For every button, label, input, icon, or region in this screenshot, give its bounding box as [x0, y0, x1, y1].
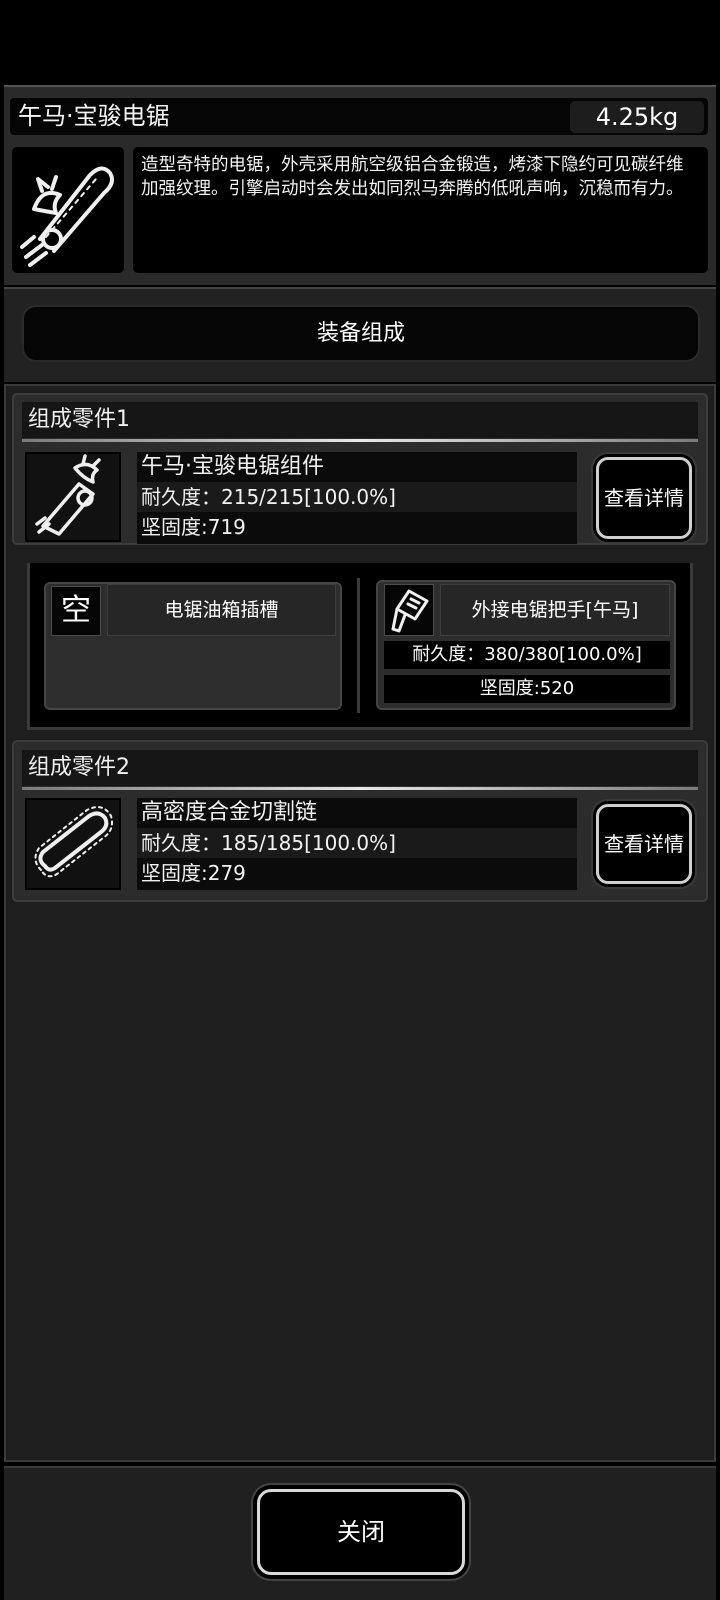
- part-1-view-details-button[interactable]: 查看详情: [596, 457, 692, 539]
- handle-slot-label: 外接电锯把手[午马]: [440, 584, 670, 636]
- slot-divider: [357, 578, 360, 713]
- part-2-divider: [22, 787, 698, 790]
- part-1-icon-frame[interactable]: [25, 452, 121, 542]
- item-weight: 4.25kg: [570, 101, 704, 133]
- fuel-tank-slot-label: 电锯油箱插槽: [107, 584, 336, 636]
- part-2-icon-frame[interactable]: [25, 798, 121, 890]
- parts-list-panel: [4, 384, 716, 1462]
- handle-durability: 耐久度：380/380[100.0%]: [384, 641, 670, 669]
- chainsaw-chain-icon: [34, 806, 113, 878]
- part-2-durability: 耐久度：185/185[100.0%]: [137, 828, 577, 858]
- part-2-view-details-button[interactable]: 查看详情: [596, 804, 692, 884]
- part-2-name: 高密度合金切割链: [141, 800, 318, 825]
- part-2-info: 高密度合金切割链 耐久度：185/185[100.0%] 坚固度:279: [137, 798, 577, 890]
- part-1-durability: 耐久度：215/215[100.0%]: [137, 482, 577, 512]
- part-1-header: 组成零件1: [22, 402, 698, 438]
- handle-icon: [391, 589, 429, 633]
- part-1-name: 午马·宝骏电锯组件: [141, 454, 324, 479]
- part-1-info: 午马·宝骏电锯组件 耐久度：215/215[100.0%] 坚固度:719: [137, 452, 577, 544]
- part-2-header: 组成零件2: [22, 750, 698, 786]
- part-1-divider: [22, 439, 698, 442]
- part-1-hardness: 坚固度:719: [141, 515, 246, 539]
- horse-chainsaw-body-icon: [35, 454, 101, 536]
- item-name: 午马·宝骏电锯: [18, 102, 170, 130]
- equipment-composition-tab[interactable]: 装备组成: [22, 305, 700, 362]
- part-2-hardness: 坚固度:279: [141, 861, 246, 885]
- empty-slot-marker: 空: [51, 586, 101, 636]
- handle-icon-frame: [384, 584, 434, 636]
- handle-hardness: 坚固度:520: [384, 675, 670, 703]
- item-description: 造型奇特的电锯，外壳采用航空级铝合金锻造，烤漆下隐约可见碳纤维加强纹理。引擎启动…: [133, 147, 708, 273]
- item-icon-frame: [12, 147, 124, 273]
- horse-chainsaw-icon: [20, 166, 114, 267]
- close-button[interactable]: 关闭: [257, 1489, 465, 1575]
